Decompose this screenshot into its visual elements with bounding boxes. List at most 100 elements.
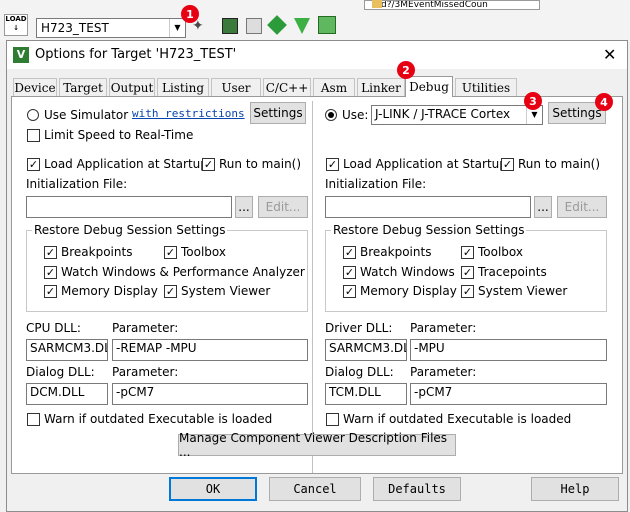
tab-device[interactable]: Device — [13, 78, 57, 96]
run-to-main-checkbox[interactable]: ✓ — [202, 158, 215, 171]
init-file-edit-button-right[interactable]: Edit... — [557, 196, 607, 218]
load-app-label: Load Application at Startup — [44, 157, 208, 171]
debugger-select-value: J-LINK / J-TRACE Cortex — [375, 107, 511, 121]
limit-speed-label: Limit Speed to Real-Time — [44, 128, 194, 142]
limit-speed-checkbox[interactable] — [27, 129, 40, 142]
chevron-down-icon[interactable]: ▼ — [169, 19, 185, 37]
use-debugger-radio[interactable] — [325, 109, 337, 121]
options-dialog: V Options for Target 'H723_TEST' ✕ Devic… — [6, 40, 628, 512]
system-viewer-label: System Viewer — [181, 284, 271, 298]
load-button[interactable]: LOAD ↓ — [4, 14, 28, 36]
dialog-param-input-right[interactable]: -pCM7 — [410, 383, 607, 405]
breakpoints-checkbox-right[interactable]: ✓ — [343, 246, 356, 259]
cpu-param-input[interactable]: -REMAP -MPU — [112, 339, 308, 361]
editor-tab[interactable]: d?/3MEventMissedCoun — [364, 0, 540, 10]
init-file-edit-button[interactable]: Edit... — [258, 196, 308, 218]
dialog-param-label: Parameter: — [112, 365, 179, 379]
dialog-dll-input[interactable]: DCM.DLL — [26, 383, 108, 405]
dialog-dll-input-right[interactable]: TCM.DLL — [325, 383, 407, 405]
annotation-badge-4: 4 — [595, 93, 613, 111]
tracepoints-checkbox[interactable]: ✓ — [461, 266, 474, 279]
toolbar: LOAD ↓ H723_TEST ▼ ✦ d?/3MEventMissedCoun — [0, 0, 630, 42]
watch-windows-label: Watch Windows & Performance Analyzer — [61, 265, 305, 279]
ok-button[interactable]: OK — [169, 477, 257, 501]
dialog-dll-label-right: Dialog DLL: — [325, 365, 394, 379]
dialog-param-input[interactable]: -pCM7 — [112, 383, 308, 405]
with-restrictions-link[interactable]: with restrictions — [132, 107, 245, 120]
dialog-dll-label: Dialog DLL: — [26, 365, 95, 379]
editor-tab-label: d?/3MEventMissedCoun — [381, 0, 488, 10]
init-file-browse-button[interactable]: ... — [235, 196, 253, 218]
memory-display-label: Memory Display — [61, 284, 158, 298]
select-packs-icon[interactable] — [246, 18, 262, 34]
dialog-param-label-right: Parameter: — [410, 365, 477, 379]
load-label: LOAD — [5, 15, 27, 23]
warn-outdated-checkbox[interactable] — [27, 413, 40, 426]
green-arrow-icon[interactable] — [294, 18, 310, 34]
target-select[interactable]: H723_TEST ▼ — [36, 18, 186, 38]
driver-param-label: Parameter: — [410, 321, 477, 335]
load-app-checkbox[interactable]: ✓ — [27, 158, 40, 171]
debug-tab-page: Use Simulator with restrictions Settings… — [11, 96, 623, 474]
init-file-input-right[interactable] — [325, 196, 531, 218]
annotation-badge-3: 3 — [524, 92, 542, 110]
annotation-badge-2: 2 — [397, 61, 415, 79]
simulator-settings-button[interactable]: Settings — [250, 102, 306, 124]
green-diamond-icon[interactable] — [267, 15, 287, 35]
use-label: Use: — [342, 108, 369, 122]
load-app-label-right: Load Application at Startup — [343, 157, 507, 171]
manage-component-viewer-button[interactable]: Manage Component Viewer Description File… — [178, 431, 456, 459]
watch-windows-checkbox[interactable]: ✓ — [44, 266, 57, 279]
restore-settings-title-right: Restore Debug Session Settings — [331, 223, 527, 237]
toolbox-checkbox[interactable]: ✓ — [164, 246, 177, 259]
tab-debug[interactable]: Debug — [405, 76, 453, 97]
tab-linker[interactable]: Linker — [357, 78, 405, 96]
defaults-button[interactable]: Defaults — [373, 477, 461, 501]
system-viewer-label-right: System Viewer — [478, 284, 568, 298]
pack-installer-icon[interactable] — [318, 16, 336, 34]
system-viewer-checkbox-right[interactable]: ✓ — [461, 285, 474, 298]
breakpoints-label: Breakpoints — [61, 245, 133, 259]
driver-dll-input[interactable]: SARMCM3.DLL — [325, 339, 407, 361]
use-simulator-label: Use Simulator — [44, 108, 129, 122]
restore-settings-title: Restore Debug Session Settings — [32, 223, 228, 237]
warn-outdated-checkbox-right[interactable] — [326, 413, 339, 426]
run-to-main-label-right: Run to main() — [518, 157, 601, 171]
tab-target[interactable]: Target — [59, 78, 107, 96]
run-to-main-label: Run to main() — [219, 157, 302, 171]
cpu-dll-label: CPU DLL: — [26, 321, 81, 335]
breakpoints-checkbox[interactable]: ✓ — [44, 246, 57, 259]
system-viewer-checkbox[interactable]: ✓ — [164, 285, 177, 298]
tab-utilities[interactable]: Utilities — [455, 78, 517, 96]
help-button[interactable]: Help — [531, 477, 619, 501]
load-app-checkbox-right[interactable]: ✓ — [326, 158, 339, 171]
init-file-browse-button-right[interactable]: ... — [534, 196, 552, 218]
annotation-badge-1: 1 — [181, 5, 199, 23]
app-icon: V — [13, 47, 29, 63]
toolbox-label-right: Toolbox — [478, 245, 523, 259]
driver-param-input[interactable]: -MPU — [410, 339, 607, 361]
manage-project-icon[interactable] — [222, 18, 238, 34]
toolbox-checkbox-right[interactable]: ✓ — [461, 246, 474, 259]
close-icon[interactable]: ✕ — [603, 45, 616, 64]
target-select-value: H723_TEST — [41, 21, 109, 35]
debugger-select[interactable]: J-LINK / J-TRACE Cortex ▼ — [371, 105, 543, 125]
file-icon — [372, 0, 382, 8]
use-simulator-radio[interactable] — [27, 109, 39, 121]
warn-outdated-label-right: Warn if outdated Executable is loaded — [343, 412, 572, 426]
init-file-label-right: Initialization File: — [325, 177, 427, 191]
tab-cc[interactable]: C/C++ — [263, 78, 311, 96]
tab-output[interactable]: Output — [109, 78, 155, 96]
column-divider — [312, 101, 313, 473]
tab-asm[interactable]: Asm — [313, 78, 355, 96]
memory-display-checkbox-right[interactable]: ✓ — [343, 285, 356, 298]
init-file-label: Initialization File: — [26, 177, 128, 191]
tab-listing[interactable]: Listing — [157, 78, 209, 96]
run-to-main-checkbox-right[interactable]: ✓ — [501, 158, 514, 171]
cpu-dll-input[interactable]: SARMCM3.DLL — [26, 339, 108, 361]
init-file-input[interactable] — [26, 196, 232, 218]
cancel-button[interactable]: Cancel — [269, 477, 361, 501]
memory-display-checkbox[interactable]: ✓ — [44, 285, 57, 298]
tab-user[interactable]: User — [211, 78, 261, 96]
watch-windows-checkbox-right[interactable]: ✓ — [343, 266, 356, 279]
